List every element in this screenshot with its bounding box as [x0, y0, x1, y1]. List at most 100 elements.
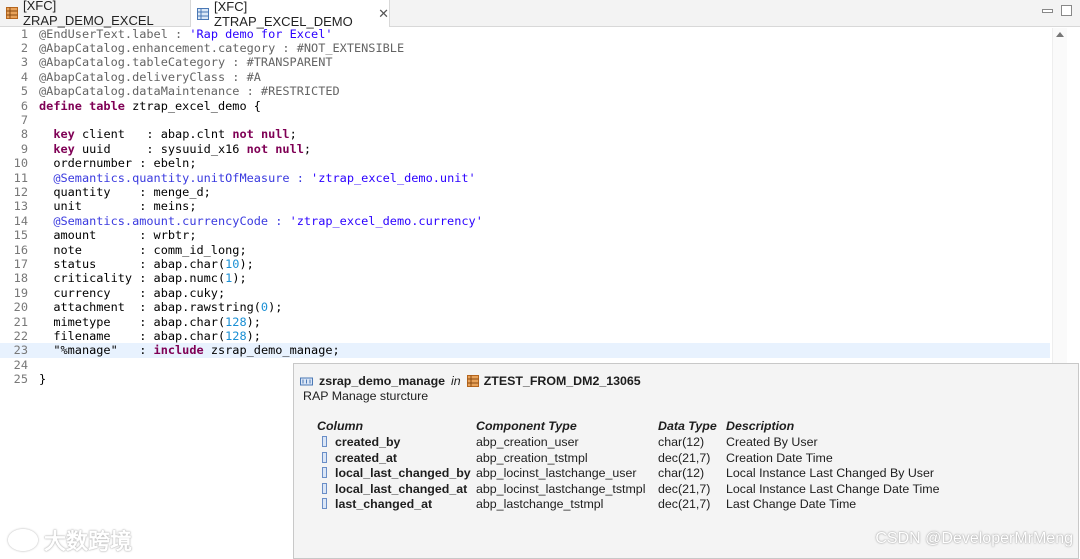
- watermark-left-text: 大数跨境: [44, 530, 133, 555]
- code-token: currency : abap.cuky;: [39, 285, 226, 300]
- code-token: note : comm_id_long;: [39, 242, 247, 257]
- code-token: ;: [289, 127, 297, 142]
- code-token: @Semantics.quantity.unitOfMeasure :: [39, 170, 312, 185]
- code-line[interactable]: 17 status : abap.char(10);: [0, 257, 1050, 271]
- code-line[interactable]: 18 criticality : abap.numc(1);: [0, 271, 1050, 285]
- code-token: unit : meins;: [39, 199, 197, 214]
- line-number: 11: [13, 170, 28, 185]
- window-controls: [1042, 5, 1072, 16]
- code-line[interactable]: 7: [0, 113, 1050, 127]
- code-token: ordernumber : ebeln;: [39, 156, 197, 171]
- code-line[interactable]: 16 note : comm_id_long;: [0, 243, 1050, 257]
- code-token: "%manage" :: [39, 343, 154, 358]
- package-name[interactable]: ZTEST_FROM_DM2_13065: [484, 374, 641, 388]
- code-token: @AbapCatalog.dataMaintenance : #RESTRICT…: [39, 84, 340, 99]
- line-number: 5: [20, 84, 28, 99]
- code-token: mimetype : abap.char(: [39, 314, 226, 329]
- field-icon: [322, 498, 327, 509]
- cell-component-type: abp_lastchange_tstmpl: [476, 497, 604, 511]
- tab-zrap-demo-excel[interactable]: [XFC] ZRAP_DEMO_EXCEL: [0, 0, 190, 28]
- cell-component-type: abp_creation_user: [476, 435, 579, 449]
- code-line[interactable]: 20 attachment : abap.rawstring(0);: [0, 300, 1050, 314]
- code-line[interactable]: 2 @AbapCatalog.enhancement.category : #NO…: [0, 41, 1050, 55]
- structure-name[interactable]: zsrap_demo_manage: [319, 374, 445, 388]
- code-token: uuid : sysuuid_x16: [74, 141, 247, 156]
- code-text: @AbapCatalog.enhancement.category : #NOT…: [39, 41, 404, 55]
- code-text: attachment : abap.rawstring(0);: [39, 300, 282, 314]
- maximize-icon[interactable]: [1061, 5, 1072, 16]
- code-token: include: [153, 343, 204, 358]
- code-line[interactable]: 3 @AbapCatalog.tableCategory : #TRANSPARE…: [0, 55, 1050, 69]
- line-number: 19: [13, 285, 28, 300]
- logo-icon: [8, 529, 38, 551]
- watermark-logo: 大数跨境: [8, 524, 132, 556]
- code-token: 'ztrap_excel_demo.currency': [289, 213, 483, 228]
- code-line[interactable]: 14 @Semantics.amount.currencyCode : 'ztr…: [0, 214, 1050, 228]
- code-line[interactable]: 1 @EndUserText.label : 'Rap demo for Exce…: [0, 27, 1050, 41]
- cell-description: Created By User: [726, 435, 818, 449]
- code-line[interactable]: 9 key uuid : sysuuid_x16 not null;: [0, 142, 1050, 156]
- code-line[interactable]: 4 @AbapCatalog.deliveryClass : #A: [0, 70, 1050, 84]
- field-icon: [322, 482, 327, 494]
- code-token: key: [53, 141, 75, 156]
- code-token: 'ztrap_excel_demo.unit': [311, 170, 476, 185]
- package-icon: [466, 375, 479, 387]
- code-line[interactable]: 15 amount : wrbtr;: [0, 228, 1050, 242]
- header-data-type: Data Type: [658, 419, 717, 433]
- code-text: status : abap.char(10);: [39, 256, 254, 271]
- tab-ztrap-excel-demo[interactable]: [XFC] ZTRAP_EXCEL_DEMO ✕: [190, 0, 390, 29]
- code-line[interactable]: 11 @Semantics.quantity.unitOfMeasure : '…: [0, 171, 1050, 185]
- code-token: );: [239, 256, 254, 271]
- code-line[interactable]: 5 @AbapCatalog.dataMaintenance : #RESTRIC…: [0, 84, 1050, 98]
- code-token: @AbapCatalog.tableCategory : #TRANSPAREN…: [39, 55, 333, 70]
- field-name: last_changed_at: [335, 497, 433, 511]
- line-number: 22: [13, 328, 28, 343]
- code-line[interactable]: 6 define table ztrap_excel_demo {: [0, 99, 1050, 113]
- code-token: 'Rap demo for Excel': [189, 26, 333, 41]
- code-line[interactable]: 22 filename : abap.char(128);: [0, 329, 1050, 343]
- code-token: key: [53, 127, 75, 142]
- code-line[interactable]: 13 unit : meins;: [0, 199, 1050, 213]
- cell-component-type: abp_creation_tstmpl: [476, 450, 588, 465]
- code-token: @AbapCatalog.enhancement.category : #NOT…: [39, 40, 405, 55]
- code-token: @Semantics.amount.currencyCode :: [39, 213, 290, 228]
- code-line[interactable]: 23 "%manage" : include zsrap_demo_manage…: [0, 343, 1050, 358]
- cell-column[interactable]: local_last_changed_at: [322, 482, 467, 496]
- line-number: 12: [13, 184, 28, 199]
- cell-description: Creation Date Time: [726, 450, 833, 465]
- code-token: ;: [303, 141, 312, 156]
- cell-data-type: dec(21,7): [658, 481, 711, 496]
- code-line[interactable]: 8 key client : abap.clnt not null;: [0, 127, 1050, 141]
- cell-component-type: abp_locinst_lastchange_tstmpl: [476, 481, 646, 496]
- line-number: 23: [13, 343, 28, 358]
- code-token: not null: [232, 127, 290, 142]
- line-number: 21: [13, 314, 28, 329]
- scroll-up-icon[interactable]: [1056, 32, 1064, 37]
- code-line[interactable]: 12 quantity : menge_d;: [0, 185, 1050, 199]
- cell-column[interactable]: created_at: [322, 451, 397, 465]
- cell-column[interactable]: created_by: [322, 435, 400, 449]
- cell-column[interactable]: last_changed_at: [322, 497, 432, 511]
- popup-title: zsrap_demo_manage in ZTEST_FROM_DM2_1306…: [300, 374, 641, 388]
- code-text: @Semantics.quantity.unitOfMeasure : 'ztr…: [39, 170, 476, 185]
- minimize-icon[interactable]: [1042, 9, 1053, 13]
- field-name: local_last_changed_by: [335, 466, 471, 480]
- cell-description: Local Instance Last Changed By User: [726, 466, 935, 480]
- cell-column[interactable]: local_last_changed_by: [322, 466, 471, 480]
- code-line[interactable]: 19 currency : abap.cuky;: [0, 286, 1050, 300]
- code-line[interactable]: 10 ordernumber : ebeln;: [0, 156, 1050, 170]
- code-text: define table ztrap_excel_demo {: [39, 99, 261, 113]
- code-line[interactable]: 21 mimetype : abap.char(128);: [0, 315, 1050, 329]
- close-icon[interactable]: ✕: [378, 6, 389, 22]
- line-number: 18: [13, 271, 28, 286]
- code-token: define table: [39, 98, 125, 113]
- line-number: 25: [13, 372, 28, 387]
- line-number: 6: [20, 98, 28, 113]
- code-token: quantity : menge_d;: [39, 184, 211, 199]
- structure-icon: [300, 377, 313, 385]
- code-token: );: [268, 300, 283, 315]
- header-column: Column: [317, 419, 364, 433]
- code-text: "%manage" : include zsrap_demo_manage;: [39, 343, 339, 358]
- code-token: filename : abap.char(: [39, 328, 226, 343]
- in-label: in: [451, 374, 461, 388]
